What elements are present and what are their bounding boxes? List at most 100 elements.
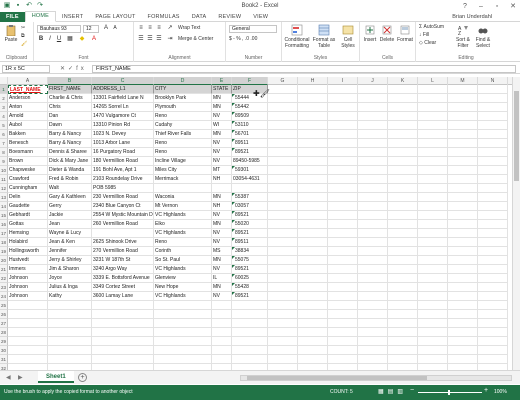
worksheet-grid[interactable]: ABCDEFGHIJKLMN 1 2 3 4 5 6 7 8 9 10 11 12 13 14 15 16 17… <box>0 77 516 370</box>
cell-d9[interactable]: Incline Village <box>154 157 212 166</box>
cell-n21[interactable] <box>478 265 508 274</box>
cell-m5[interactable] <box>448 121 478 130</box>
cell-c16[interactable]: 260 Vermillion Road <box>92 220 154 229</box>
row-header-7[interactable]: 7 <box>0 139 8 148</box>
cell-c7[interactable]: 1013 Arbor Lane <box>92 139 154 148</box>
row-header-10[interactable]: 10 <box>0 166 8 175</box>
tab-view[interactable]: VIEW <box>247 12 274 22</box>
cell-n23[interactable] <box>478 283 508 292</box>
cell-m21[interactable] <box>448 265 478 274</box>
cell-h21[interactable] <box>298 265 328 274</box>
cell-k10[interactable] <box>388 166 418 175</box>
cell-m28[interactable] <box>448 328 478 337</box>
cell-d13[interactable]: Waconia <box>154 193 212 202</box>
cell-l3[interactable] <box>418 103 448 112</box>
cell-k6[interactable] <box>388 130 418 139</box>
cell-a30[interactable] <box>8 346 48 355</box>
cell-d18[interactable]: Reno <box>154 238 212 247</box>
row-header-19[interactable]: 19 <box>0 247 8 256</box>
clear-button[interactable]: ◇ Clear <box>419 40 436 47</box>
cell-j14[interactable] <box>358 202 388 211</box>
cell-c20[interactable]: 3231 W 187th St <box>92 256 154 265</box>
cell-d20[interactable]: So St. Paul <box>154 256 212 265</box>
cell-n19[interactable] <box>478 247 508 256</box>
cell-i2[interactable] <box>328 94 358 103</box>
cell-l30[interactable] <box>418 346 448 355</box>
cell-f5[interactable]: 53110 <box>232 121 268 130</box>
cell-e18[interactable]: NV <box>212 238 232 247</box>
cell-b12[interactable]: Walt <box>48 184 92 193</box>
cell-h1[interactable] <box>298 85 328 94</box>
cell-c24[interactable]: 3600 Lamay Lane <box>92 292 154 301</box>
cell-d19[interactable]: Corinth <box>154 247 212 256</box>
cell-l4[interactable] <box>418 112 448 121</box>
cell-g12[interactable] <box>268 184 298 193</box>
page-layout-view-icon[interactable]: ▤ <box>388 389 398 395</box>
cell-f10[interactable]: 59301 <box>232 166 268 175</box>
cell-a24[interactable]: Johnson <box>8 292 48 301</box>
cell-k22[interactable] <box>388 274 418 283</box>
cell-c4[interactable]: 1470 Vulgamore Ct <box>92 112 154 121</box>
error-indicator-icon[interactable] <box>232 193 235 196</box>
cell-i19[interactable] <box>328 247 358 256</box>
cell-k25[interactable] <box>388 301 418 310</box>
cell-e2[interactable]: MN <box>212 94 232 103</box>
cell-a26[interactable] <box>8 310 48 319</box>
cell-j25[interactable] <box>358 301 388 310</box>
error-indicator-icon[interactable] <box>232 247 235 250</box>
tab-page-layout[interactable]: PAGE LAYOUT <box>89 12 141 22</box>
fill-button[interactable]: ↓ Fill <box>419 32 429 39</box>
cell-b2[interactable]: Charlie & Chris <box>48 94 92 103</box>
cell-k3[interactable] <box>388 103 418 112</box>
cell-g26[interactable] <box>268 310 298 319</box>
cell-f14[interactable]: 03057 <box>232 202 268 211</box>
cell-m22[interactable] <box>448 274 478 283</box>
cell-a6[interactable]: Bakken <box>8 130 48 139</box>
cell-i1[interactable] <box>328 85 358 94</box>
number-format-box[interactable]: General <box>229 25 277 33</box>
cell-j2[interactable] <box>358 94 388 103</box>
cell-i9[interactable] <box>328 157 358 166</box>
row-header-22[interactable]: 22 <box>0 274 8 283</box>
cell-h24[interactable] <box>298 292 328 301</box>
cell-c2[interactable]: 13301 Fairfield Lane N <box>92 94 154 103</box>
cell-f16[interactable]: 55020 <box>232 220 268 229</box>
cell-c14[interactable]: 2340 Blue Canyon Ct <box>92 202 154 211</box>
cell-g5[interactable] <box>268 121 298 130</box>
cell-h20[interactable] <box>298 256 328 265</box>
cell-a31[interactable] <box>8 355 48 364</box>
row-header-9[interactable]: 9 <box>0 157 8 166</box>
zoom-level[interactable]: 100% <box>494 385 507 400</box>
cell-c31[interactable] <box>92 355 154 364</box>
tab-review[interactable]: REVIEW <box>212 12 247 22</box>
cell-f29[interactable] <box>232 337 268 346</box>
cell-a3[interactable]: Anton <box>8 103 48 112</box>
grow-font-icon[interactable]: A <box>102 25 110 32</box>
zoom-out-icon[interactable]: − <box>410 387 414 394</box>
cell-i4[interactable] <box>328 112 358 121</box>
cell-j26[interactable] <box>358 310 388 319</box>
cell-g3[interactable] <box>268 103 298 112</box>
error-indicator-icon[interactable] <box>232 130 235 133</box>
cell-g27[interactable] <box>268 319 298 328</box>
tab-data[interactable]: DATA <box>186 12 213 22</box>
fx-icon[interactable]: fx <box>76 66 87 72</box>
row-header-12[interactable]: 12 <box>0 184 8 193</box>
cell-k26[interactable] <box>388 310 418 319</box>
cell-b19[interactable]: Jennifer <box>48 247 92 256</box>
cell-j23[interactable] <box>358 283 388 292</box>
cell-b30[interactable] <box>48 346 92 355</box>
cell-e21[interactable]: NV <box>212 265 232 274</box>
cell-e1[interactable]: STATE <box>212 85 232 94</box>
cell-n3[interactable] <box>478 103 508 112</box>
cell-k16[interactable] <box>388 220 418 229</box>
cell-l26[interactable] <box>418 310 448 319</box>
cell-k17[interactable] <box>388 229 418 238</box>
cell-f8[interactable]: 89521 <box>232 148 268 157</box>
cell-k8[interactable] <box>388 148 418 157</box>
cell-h4[interactable] <box>298 112 328 121</box>
cell-j11[interactable] <box>358 175 388 184</box>
cell-d3[interactable]: Plymouth <box>154 103 212 112</box>
cell-c26[interactable] <box>92 310 154 319</box>
cell-k11[interactable] <box>388 175 418 184</box>
